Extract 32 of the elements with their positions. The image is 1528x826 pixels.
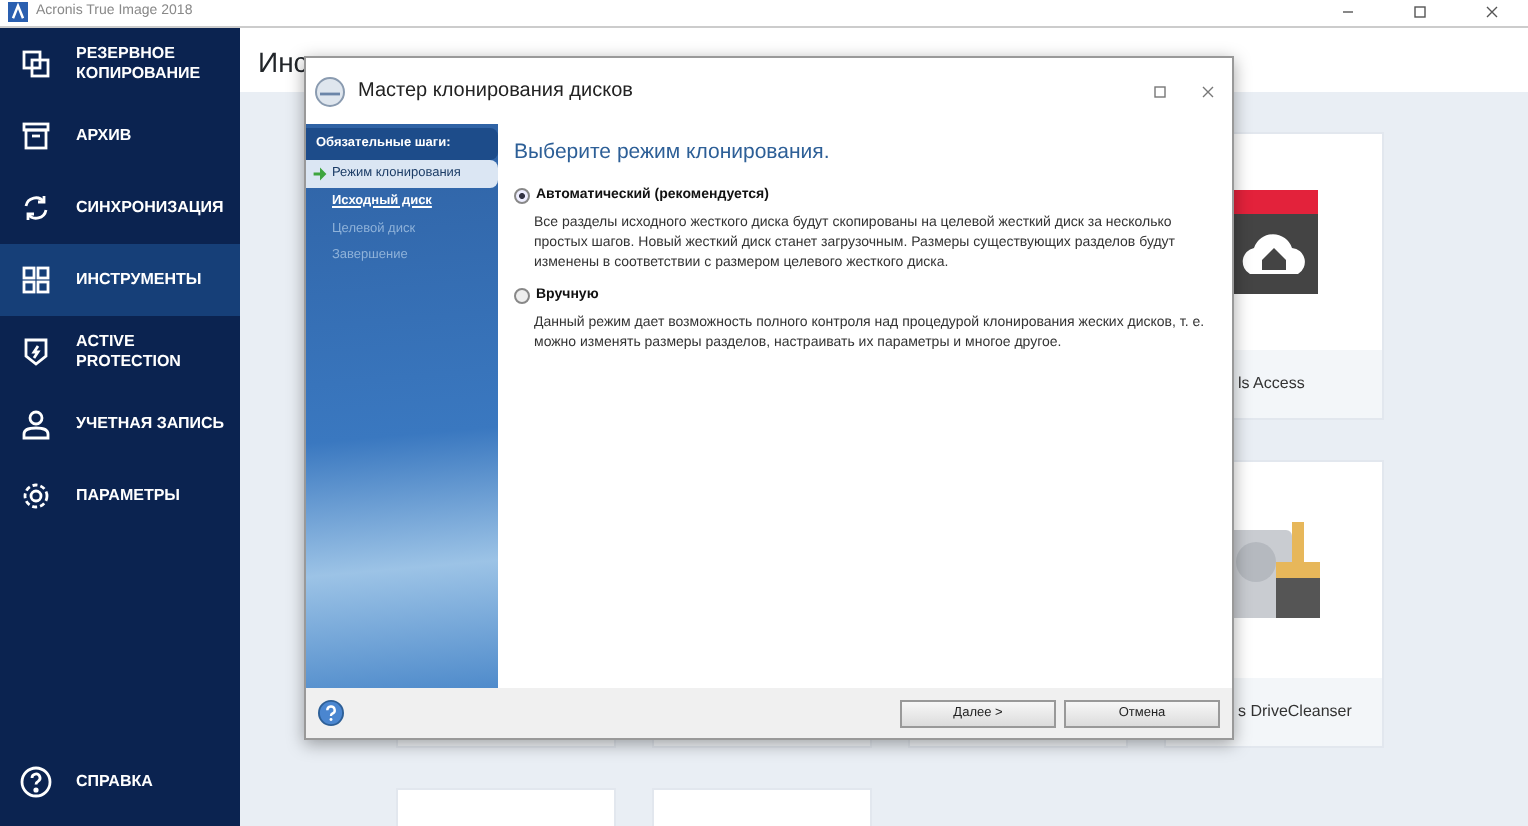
grid-icon [20,263,52,296]
help-item[interactable]: СПРАВКА [0,746,240,818]
settings-icon [20,479,52,512]
sidebar-item[interactable]: ПАРАМЕТРЫ [0,459,240,532]
copy-icon [20,47,52,80]
close-icon[interactable] [1200,83,1216,99]
card-label: ls Access [1238,371,1305,396]
section-heading: Выберите режим клонирования. [514,138,832,168]
disk-icon [314,75,346,107]
sidebar-item[interactable]: СИНХРОНИЗАЦИЯ [0,171,240,244]
app-logo-icon [8,2,28,23]
card-label: s DriveCleanser [1238,699,1352,724]
user-icon [20,407,52,440]
maximize-icon[interactable] [1412,4,1428,21]
radio-button[interactable] [514,287,530,304]
sidebar-item[interactable]: ИНСТРУМЕНТЫ [0,243,240,316]
dialog-title: Мастер клонирования дисков [358,78,635,106]
maximize-icon[interactable] [1152,83,1168,99]
radio-button[interactable] [514,188,530,204]
sync-icon [20,191,52,224]
sidebar-item[interactable]: АРХИВ [0,99,240,172]
page-title: Инс [258,45,308,78]
arrow-icon [312,163,328,184]
sidebar-item[interactable]: РЕЗЕРВНОЕ КОПИРОВАНИЕ [0,27,240,100]
drive-brush-icon [1228,521,1320,618]
help-icon [20,766,52,798]
sidebar-item[interactable]: УЧЕТНАЯ ЗАПИСЬ [0,387,240,460]
sidebar-item[interactable]: ACTIVE PROTECTION [0,315,240,388]
help-icon [318,700,344,726]
close-icon[interactable] [1484,4,1500,21]
archive-icon [20,119,52,152]
shield-icon [20,335,52,368]
